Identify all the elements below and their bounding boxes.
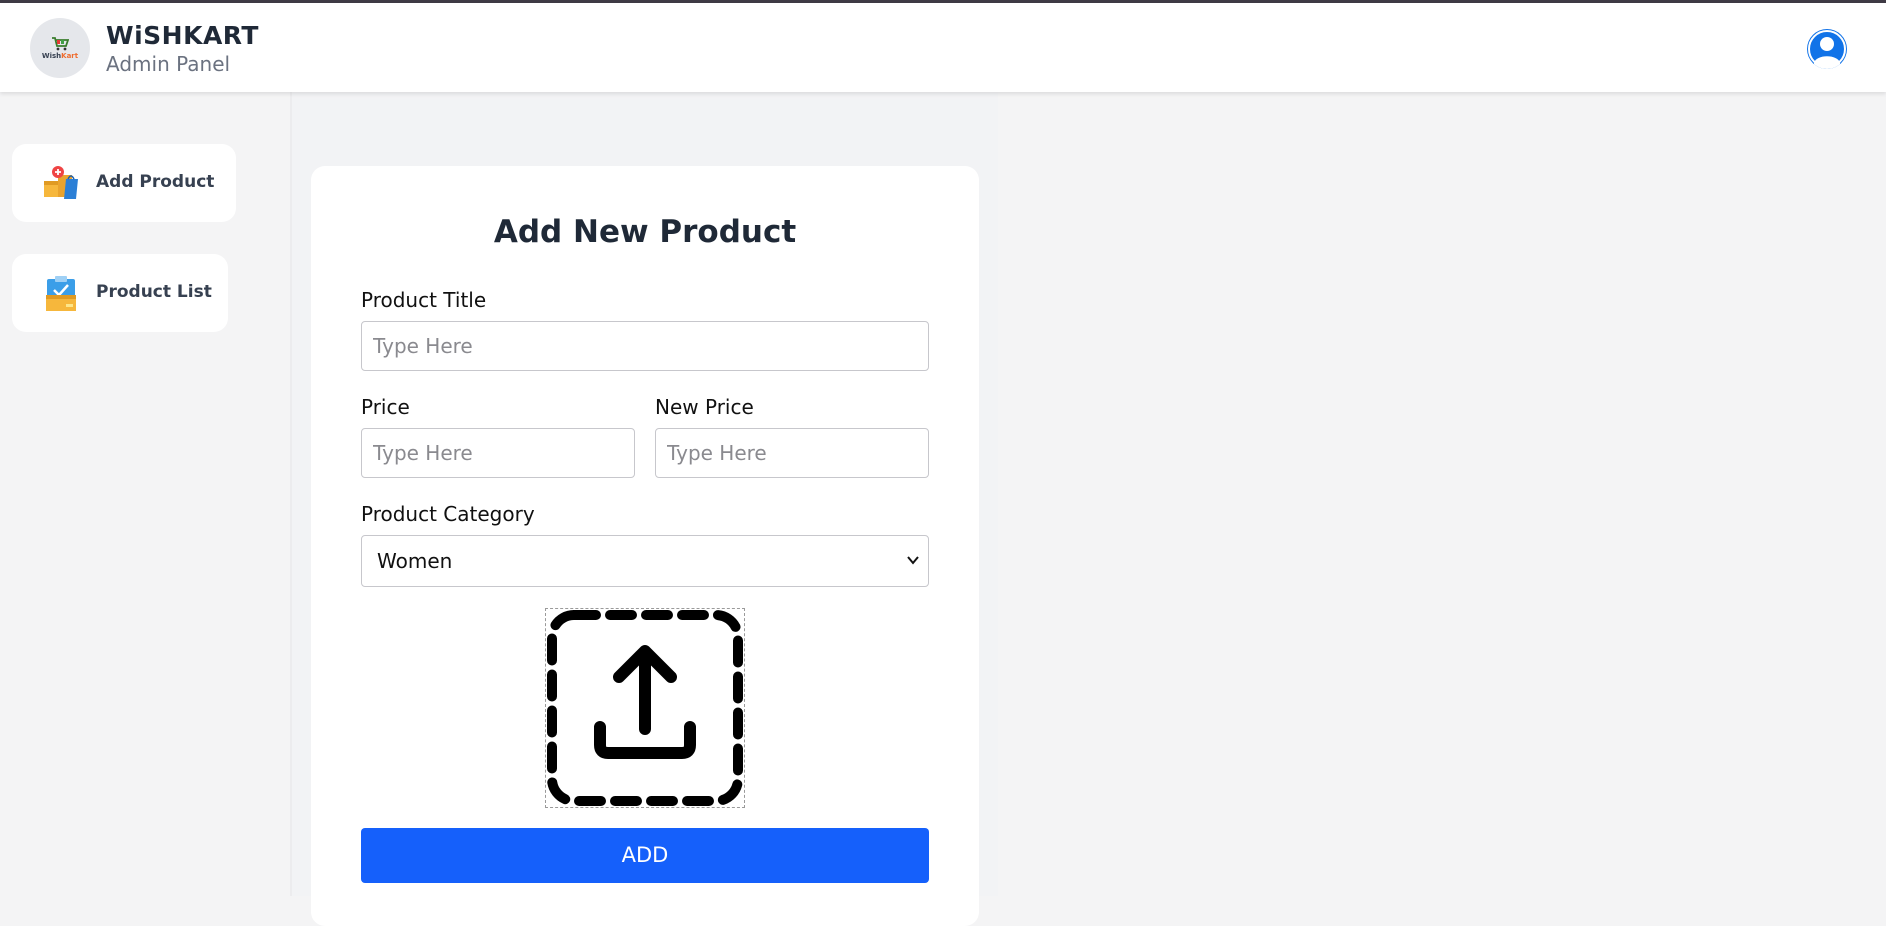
logo-text-kart: Kart — [61, 51, 79, 60]
new-price-label: New Price — [655, 395, 754, 419]
empty-area — [998, 92, 1886, 896]
sidebar: Add Product Product List — [0, 92, 292, 896]
user-silhouette-icon — [1808, 30, 1846, 69]
navbar: WishKart WiSHKART Admin Panel — [0, 3, 1886, 92]
add-button[interactable]: ADD — [361, 828, 929, 883]
category-selected-value: Women — [377, 549, 453, 573]
price-input[interactable] — [361, 428, 635, 478]
sidebar-item-add-product[interactable]: Add Product — [12, 144, 236, 222]
user-circle-icon[interactable] — [1807, 29, 1847, 69]
sidebar-item-product-list[interactable]: Product List — [12, 254, 228, 332]
image-upload-area[interactable] — [545, 608, 745, 808]
add-product-icon — [44, 166, 78, 199]
product-title-label: Product Title — [361, 288, 487, 312]
category-label: Product Category — [361, 502, 535, 526]
brand-subtitle: Admin Panel — [106, 52, 231, 76]
price-label: Price — [361, 395, 410, 419]
form-title: Add New Product — [493, 214, 797, 250]
product-title-input[interactable] — [361, 321, 929, 371]
upload-icon — [547, 610, 743, 806]
logo-text-wish: Wish — [41, 51, 62, 60]
product-list-icon — [46, 276, 76, 311]
logo-text: WishKart — [42, 52, 78, 60]
cart-icon — [52, 36, 69, 50]
chevron-down-icon — [907, 556, 919, 565]
sidebar-item-label: Product List — [96, 282, 212, 302]
logo[interactable]: WishKart — [30, 18, 90, 78]
new-price-input[interactable] — [655, 428, 929, 478]
add-product-form: Add New Product Product Title Price New … — [311, 166, 979, 926]
sidebar-item-label: Add Product — [96, 172, 215, 192]
brand-title: WiSHKART — [106, 21, 259, 50]
category-select[interactable]: Women — [361, 535, 929, 587]
